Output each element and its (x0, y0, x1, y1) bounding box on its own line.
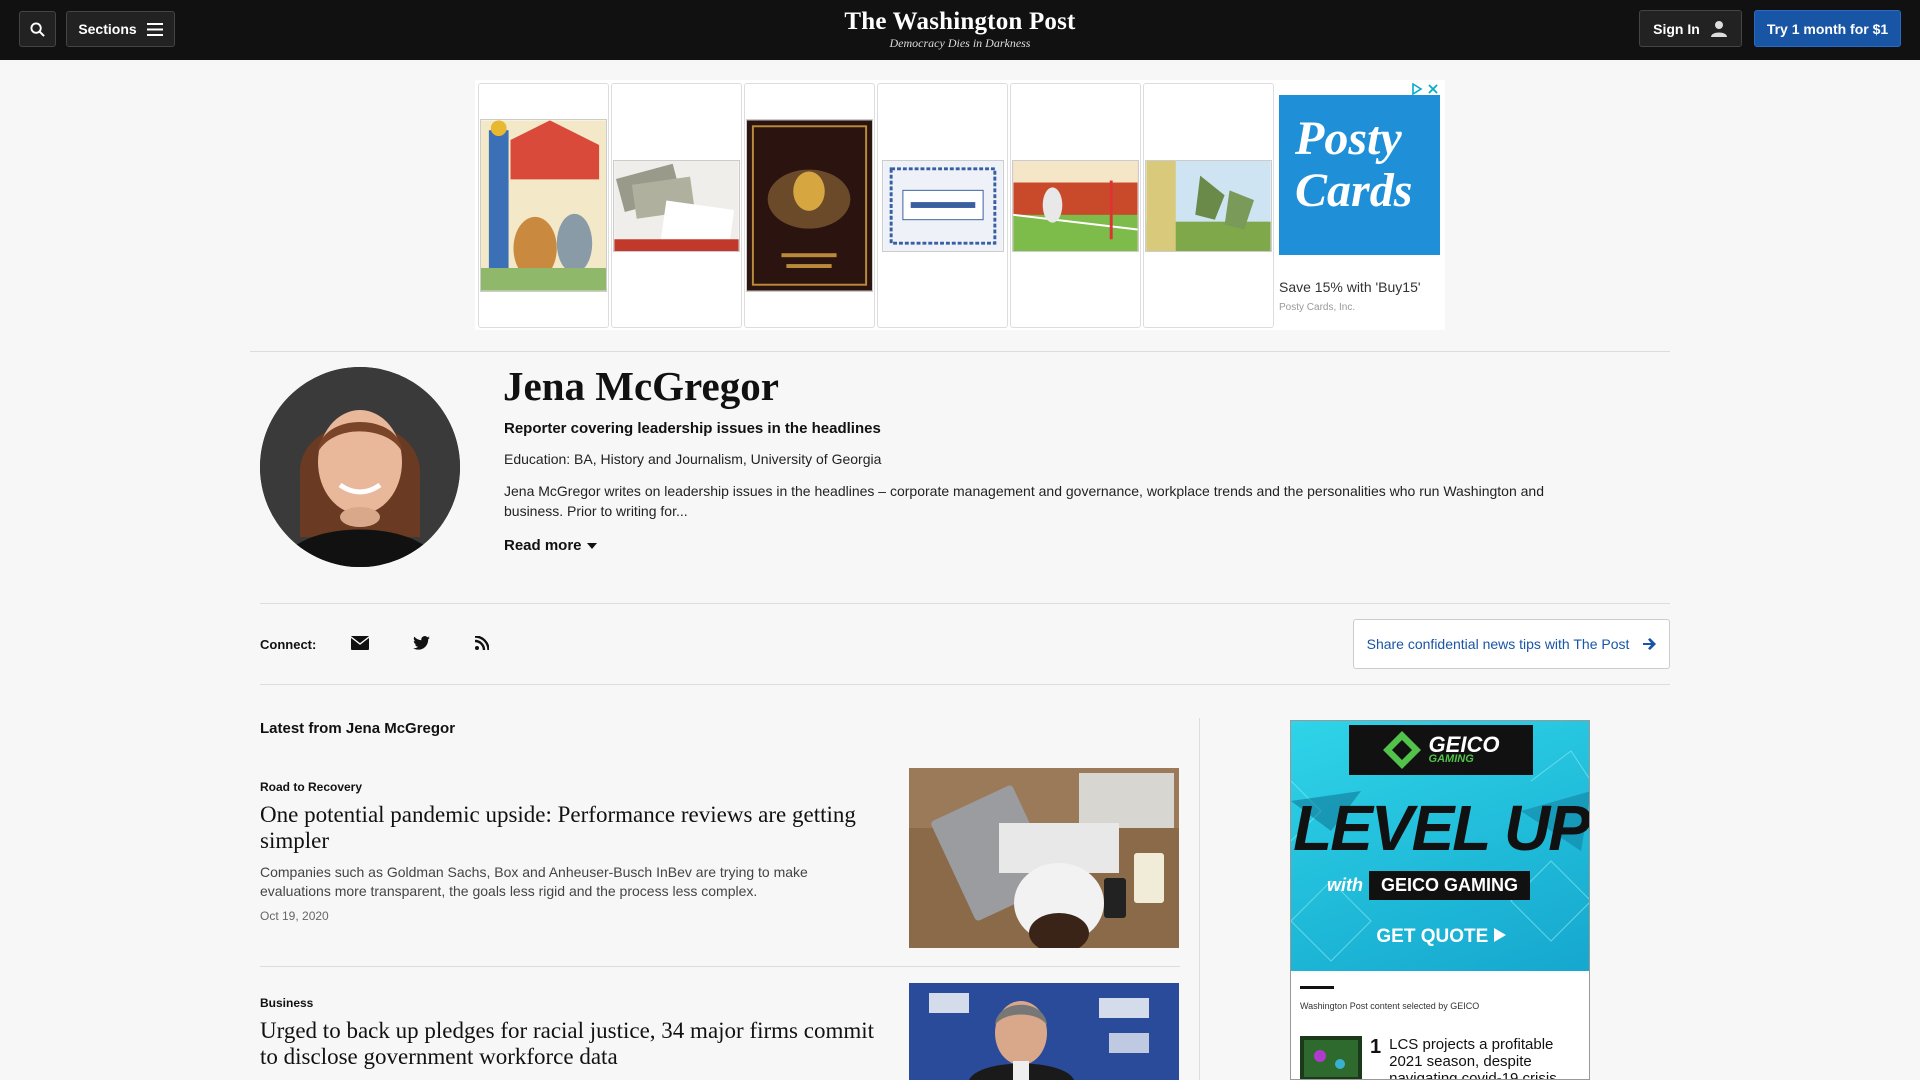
sponsored-story-thumbnail (1300, 1036, 1362, 1079)
read-more-button[interactable]: Read more (504, 537, 597, 554)
sponsored-story[interactable]: 1 LCS projects a profitable 2021 season,… (1300, 1036, 1569, 1079)
ad-card-tile[interactable] (744, 83, 875, 328)
close-icon[interactable] (1427, 83, 1439, 95)
latest-section-title: Latest from Jena McGregor (260, 720, 456, 737)
story-headline[interactable]: Urged to back up pledges for racial just… (260, 1018, 880, 1070)
ad-card-tile[interactable] (611, 83, 742, 328)
twitter-link[interactable] (410, 632, 432, 654)
author-name: Jena McGregor (503, 363, 779, 409)
gaming-pill: GEICO GAMING (1369, 871, 1531, 900)
geico-logo: GEICO GAMING (1349, 725, 1533, 775)
speaker-photo (909, 983, 1179, 1080)
greeting-card-image (480, 119, 607, 292)
ad-choices-controls[interactable] (1411, 83, 1439, 95)
sponsor-rule (1300, 986, 1334, 989)
column-divider (1199, 718, 1200, 1080)
author-role: Reporter covering leadership issues in t… (504, 420, 881, 437)
get-quote-button[interactable]: GET QUOTE (1291, 926, 1589, 948)
story-thumbnail[interactable] (909, 768, 1179, 948)
ad-card-tile[interactable] (478, 83, 609, 328)
with-text: with (1327, 875, 1363, 895)
ad-card-tile[interactable] (1143, 83, 1274, 328)
author-bio: Jena McGregor writes on leadership issue… (504, 483, 1544, 519)
ad-promo-text[interactable]: Save 15% with 'Buy15' (1279, 279, 1421, 295)
greeting-card-image (746, 119, 873, 292)
news-tips-button[interactable]: Share confidential news tips with The Po… (1353, 619, 1670, 669)
ad-advertiser-name: Posty Cards, Inc. (1279, 302, 1356, 313)
masthead[interactable]: The Washington Post Democracy Dies in Da… (0, 8, 1920, 51)
sponsored-story-number: 1 (1370, 1036, 1382, 1058)
sign-in-label: Sign In (1653, 20, 1700, 37)
connect-label: Connect: (260, 637, 317, 652)
email-link[interactable] (349, 632, 371, 654)
divider (260, 684, 1670, 685)
caret-down-icon (586, 542, 597, 549)
advertiser-logo[interactable]: Posty Cards (1279, 95, 1440, 255)
greeting-card-image (1012, 159, 1139, 252)
sponsor-note: Washington Post content selected by GEIC… (1300, 1001, 1480, 1011)
read-more-label: Read more (504, 537, 582, 554)
ad-headline: LEVEL UP (1293, 792, 1589, 864)
tagline: Democracy Dies in Darkness (889, 36, 1031, 50)
sign-in-button[interactable]: Sign In (1639, 10, 1742, 47)
envelope-icon (351, 636, 369, 650)
top-navigation-bar: Sections The Washington Post Democracy D… (0, 0, 1920, 60)
story-headline[interactable]: One potential pandemic upside: Performan… (260, 802, 880, 854)
story-blurb: Companies such as Goldman Sachs, Box and… (260, 864, 808, 899)
author-portrait-image (260, 367, 460, 567)
sponsored-story-title[interactable]: LCS projects a profitable 2021 season, d… (1389, 1036, 1569, 1079)
arrow-right-icon (1643, 638, 1657, 650)
geico-banner[interactable]: GEICO GAMING LEVEL UP with GEICO GAMING … (1291, 721, 1589, 971)
rss-link[interactable] (471, 632, 493, 654)
play-icon (1493, 928, 1506, 942)
adchoices-icon[interactable] (1411, 83, 1423, 95)
sponsored-ad[interactable]: GEICO GAMING LEVEL UP with GEICO GAMING … (1290, 720, 1590, 1080)
ad-card-tile[interactable] (1010, 83, 1141, 328)
author-photo (260, 367, 460, 567)
ad-subline: with GEICO GAMING (1327, 871, 1531, 900)
greeting-card-image (1145, 159, 1272, 252)
news-tips-label: Share confidential news tips with The Po… (1366, 636, 1630, 652)
greeting-card-image (613, 159, 740, 252)
user-icon (1710, 20, 1727, 37)
ad-card-tile[interactable] (877, 83, 1008, 328)
get-quote-label: GET QUOTE (1376, 926, 1489, 947)
laptop-desk-photo (909, 768, 1179, 948)
story-thumbnail[interactable] (909, 983, 1179, 1080)
geico-g-icon (1382, 731, 1421, 769)
divider (250, 351, 1670, 352)
site-logo[interactable]: The Washington Post (0, 8, 1920, 36)
subscribe-button[interactable]: Try 1 month for $1 (1754, 10, 1901, 47)
geico-wordmark: GEICO (1428, 732, 1500, 757)
top-banner-ad[interactable]: Posty Cards Save 15% with 'Buy15' Posty … (475, 80, 1445, 330)
author-education: Education: BA, History and Journalism, U… (504, 451, 882, 467)
divider (260, 603, 1670, 604)
greeting-card-image (881, 159, 1004, 252)
rss-icon (475, 636, 489, 650)
geico-sub: GAMING (1428, 753, 1474, 765)
divider (260, 966, 1180, 967)
twitter-icon (412, 636, 430, 650)
